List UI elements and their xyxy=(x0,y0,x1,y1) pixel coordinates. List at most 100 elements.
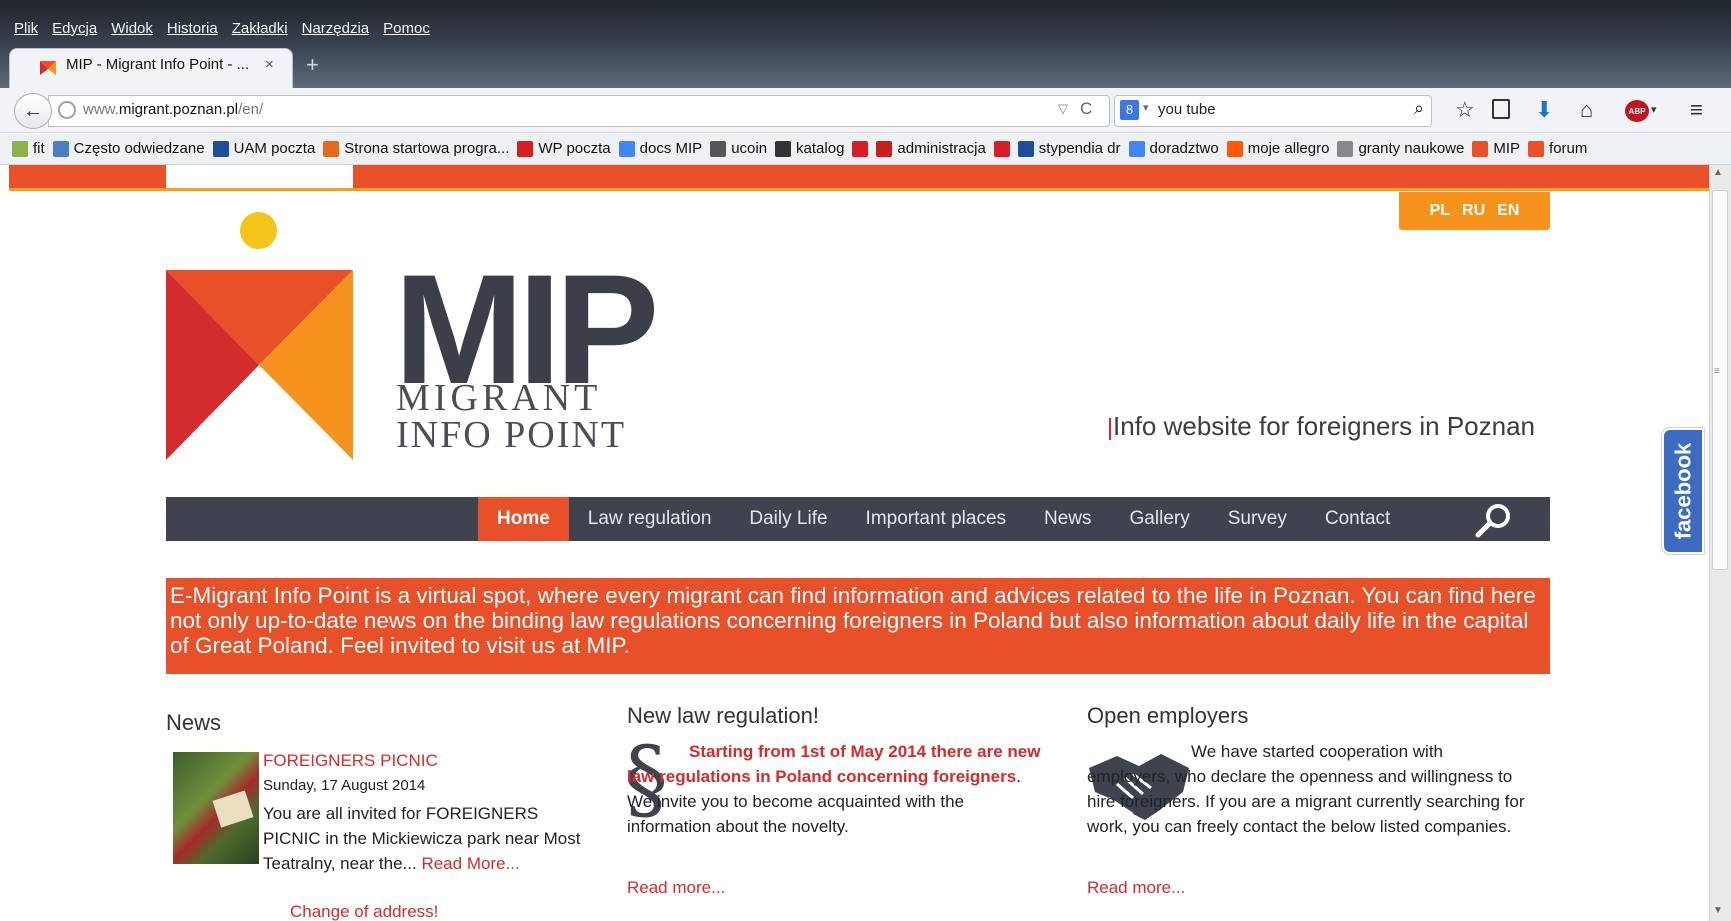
bookmark-star-icon[interactable]: ☆ xyxy=(1455,97,1475,123)
bookmark-label: katalog xyxy=(796,140,845,157)
bookmark-label: stypendia dr xyxy=(1038,140,1121,157)
bookmark-label: doradztwo xyxy=(1149,140,1219,157)
bookmark-item[interactable]: WP poczta xyxy=(517,140,611,157)
menu-narzedzia[interactable]: Narzędzia xyxy=(302,20,370,37)
nav-home[interactable]: Home xyxy=(478,497,569,541)
news-item-date: Sunday, 17 August 2014 xyxy=(263,777,426,794)
reading-list-icon[interactable] xyxy=(1492,99,1510,119)
scroll-down-icon[interactable]: ▼ xyxy=(1713,905,1723,916)
download-icon[interactable]: ⬇ xyxy=(1535,97,1553,123)
nav-law-regulation[interactable]: Law regulation xyxy=(569,497,731,541)
search-input[interactable]: you tube xyxy=(1158,101,1216,118)
bookmark-item[interactable]: UAM poczta xyxy=(212,140,316,157)
nav-daily-life[interactable]: Daily Life xyxy=(730,497,846,541)
url-history-dropdown-icon[interactable]: ▽ xyxy=(1058,101,1068,117)
bookmark-icon xyxy=(993,140,1010,157)
employers-body: We have started cooperation with employe… xyxy=(1087,742,1525,836)
nav-contact[interactable]: Contact xyxy=(1306,497,1409,541)
menu-widok[interactable]: Widok xyxy=(111,20,153,37)
menu-edycja[interactable]: Edycja xyxy=(52,20,97,37)
scrollbar-thumb[interactable] xyxy=(1712,190,1728,570)
bookmark-icon xyxy=(1226,140,1243,157)
news-item2-title-link[interactable]: Change of address! xyxy=(290,902,438,921)
bookmark-item[interactable]: forum xyxy=(1528,140,1587,157)
bookmark-item[interactable]: administracja xyxy=(876,140,986,157)
news-heading: News xyxy=(166,710,222,735)
nav-survey[interactable]: Survey xyxy=(1209,497,1306,541)
menu-plik[interactable]: Plik xyxy=(14,20,38,37)
employers-read-more-link[interactable]: Read more... xyxy=(1087,878,1185,898)
bookmark-item[interactable]: granty naukowe xyxy=(1337,140,1464,157)
bookmark-icon xyxy=(1337,140,1354,157)
reload-icon[interactable]: C xyxy=(1080,99,1092,119)
logo-subtitle-2: INFO POINT xyxy=(396,414,627,456)
bookmark-item[interactable]: docs MIP xyxy=(618,140,703,157)
bookmark-icon xyxy=(618,140,635,157)
search-engine-caret-icon[interactable]: ▾ xyxy=(1143,101,1149,114)
facebook-tab-label[interactable]: facebook xyxy=(1662,428,1704,554)
bookmark-icon xyxy=(876,140,893,157)
lang-en-link[interactable]: EN xyxy=(1497,202,1519,220)
bookmark-item[interactable]: Często odwiedzane xyxy=(52,140,205,157)
new-tab-button[interactable]: + xyxy=(306,52,319,78)
bookmark-label: MIP xyxy=(1493,140,1521,157)
bookmark-label: ucoin xyxy=(731,140,768,157)
lang-ru-link[interactable]: RU xyxy=(1462,202,1485,220)
url-prefix: www. xyxy=(83,101,119,118)
scroll-up-icon[interactable]: ▲ xyxy=(1713,167,1723,178)
site-identity-icon[interactable] xyxy=(58,101,76,119)
employers-heading: Open employers xyxy=(1087,703,1249,728)
nav-gallery[interactable]: Gallery xyxy=(1111,497,1209,541)
bookmark-icon xyxy=(852,140,869,157)
law-read-more-link[interactable]: Read more... xyxy=(627,878,725,898)
bookmark-item[interactable] xyxy=(852,140,869,157)
bookmark-icon xyxy=(775,140,792,157)
news-item-title-link[interactable]: FOREIGNERS PICNIC xyxy=(263,751,438,771)
bookmark-item[interactable]: doradztwo xyxy=(1128,140,1219,157)
search-go-icon[interactable]: ⌕ xyxy=(1414,98,1424,119)
url-text[interactable]: www.migrant.poznan.pl/en/ xyxy=(83,101,263,118)
bookmark-item[interactable]: stypendia dr xyxy=(1017,140,1121,157)
menu-pomoc[interactable]: Pomoc xyxy=(383,20,430,37)
tagline-divider xyxy=(1109,418,1111,440)
site-search-icon[interactable] xyxy=(1474,502,1514,538)
menu-zakladki[interactable]: Zakładki xyxy=(232,20,288,37)
news-read-more-link[interactable]: Read More... xyxy=(421,854,519,873)
facebook-label: facebook xyxy=(1670,442,1695,540)
law-heading: New law regulation! xyxy=(627,703,819,728)
bookmark-label: UAM poczta xyxy=(233,140,316,157)
search-engine-icon[interactable]: 8 xyxy=(1120,100,1139,120)
nav-important-places[interactable]: Important places xyxy=(847,497,1025,541)
bookmark-item[interactable]: Strona startowa progra... xyxy=(323,140,509,157)
home-icon[interactable]: ⌂ xyxy=(1580,97,1593,123)
bookmark-label: Często odwiedzane xyxy=(73,140,205,157)
bookmark-label: granty naukowe xyxy=(1358,140,1465,157)
bookmark-item[interactable]: katalog xyxy=(775,140,844,157)
intro-banner: E-Migrant Info Point is a virtual spot, … xyxy=(166,578,1550,674)
mip-logo-mark-icon[interactable] xyxy=(166,270,353,460)
adblock-icon[interactable]: ABP xyxy=(1625,100,1649,122)
nav-news[interactable]: News xyxy=(1025,497,1111,541)
bookmark-icon xyxy=(52,140,69,157)
url-host: migrant.poznan.pl xyxy=(118,101,239,118)
logo-dot xyxy=(240,212,277,249)
bookmark-item[interactable]: moje allegro xyxy=(1226,140,1329,157)
bookmark-item[interactable]: ucoin xyxy=(710,140,767,157)
bookmark-label: docs MIP xyxy=(639,140,703,157)
bookmark-item[interactable]: fit xyxy=(12,140,45,157)
lang-pl-link[interactable]: PL xyxy=(1430,202,1450,220)
bookmark-label: fit xyxy=(33,140,45,157)
law-body: Starting from 1st of May 2014 there are … xyxy=(627,739,1047,839)
bookmark-item[interactable]: MIP xyxy=(1472,140,1520,157)
site-tagline: Info website for foreigners in Poznan xyxy=(1113,411,1536,441)
menu-historia[interactable]: Historia xyxy=(167,20,218,37)
back-button[interactable]: ← xyxy=(14,93,52,129)
url-path: /en/ xyxy=(238,101,264,118)
bookmarks-list: fit Często odwiedzane UAM poczta Strona sta… xyxy=(12,140,1587,157)
bookmark-icon xyxy=(1472,140,1489,157)
bookmark-label: Strona startowa progra... xyxy=(344,140,510,157)
tab-close-icon[interactable]: × xyxy=(265,56,274,73)
hamburger-menu-icon[interactable]: ≡ xyxy=(1690,97,1703,123)
adblock-caret-icon[interactable]: ▾ xyxy=(1651,103,1657,116)
bookmark-item[interactable] xyxy=(993,140,1010,157)
